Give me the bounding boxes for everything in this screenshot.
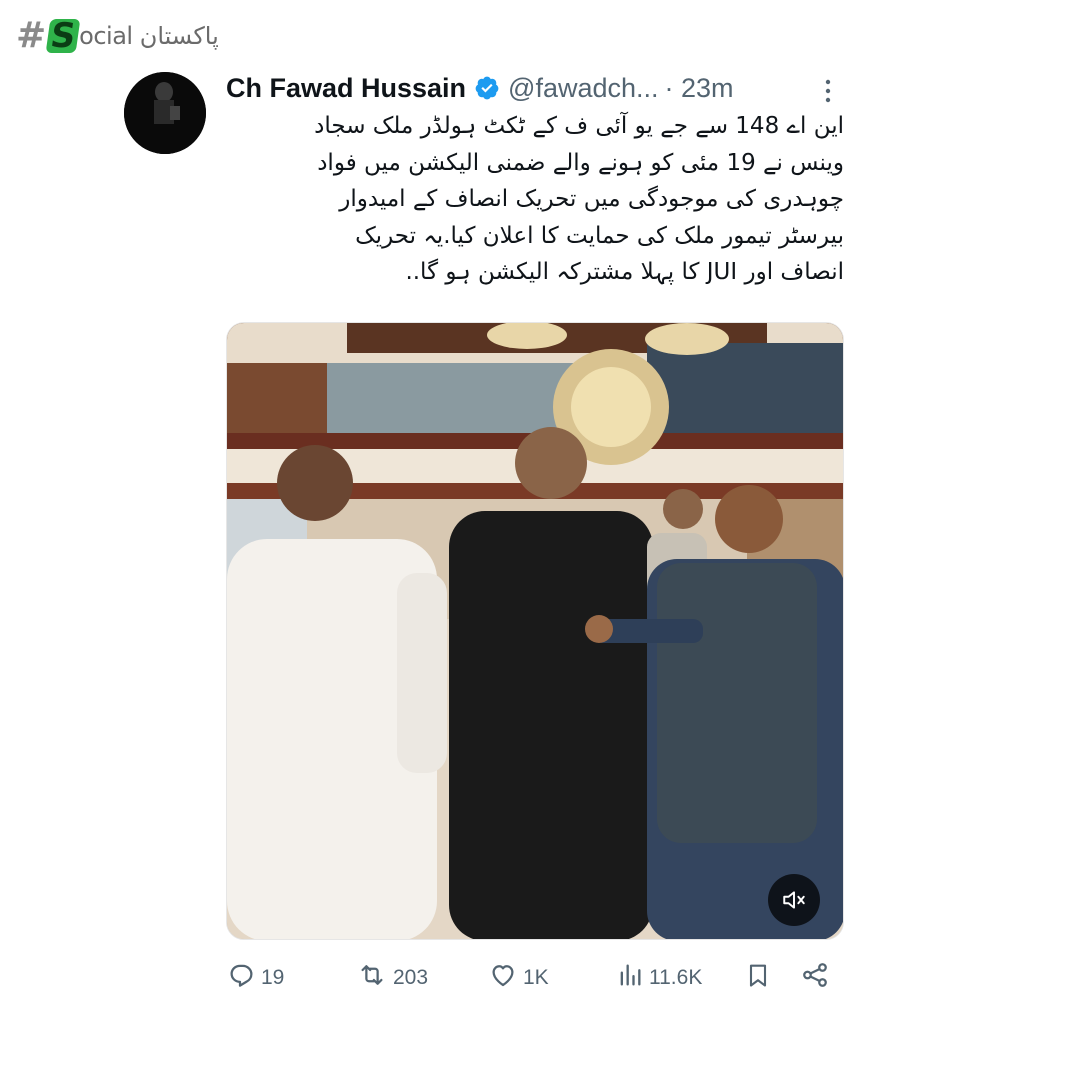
reply-count: 19 <box>261 966 285 989</box>
tweet-text-line: بیرسٹر تیمور ملک کی حمایت کا اعلان کیا.ی… <box>355 222 844 249</box>
views-icon <box>616 960 649 996</box>
share-button[interactable] <box>800 958 835 998</box>
share-icon <box>800 960 835 996</box>
verified-badge-icon <box>474 75 500 101</box>
tweet-video[interactable] <box>226 322 844 940</box>
tweet-text-line: چوہدری کی موجودگی میں تحریک انصاف کے امی… <box>339 186 844 212</box>
reply-button[interactable]: 19 <box>226 958 284 998</box>
mute-icon[interactable] <box>768 874 820 926</box>
watermark-s-letter: S <box>45 16 81 56</box>
tweet-text-line: این اے 148 سے جے یو آئی ف کے ٹکٹ ہولڈر م… <box>314 113 844 139</box>
watermark-logo: # S ocial پاکستان <box>16 14 219 58</box>
watermark-hash: # <box>16 15 47 56</box>
repost-count: 203 <box>393 966 429 989</box>
watermark-text: ocial پاکستان <box>79 22 219 50</box>
like-count: 1K <box>523 966 549 989</box>
views-button[interactable]: 11.6K <box>616 958 702 998</box>
tweet-text-line: وینس نے 19 مئی کو ہونے والے ضمنی الیکشن … <box>317 149 844 176</box>
tweet-text: این اے 148 سے جے یو آئی ف کے ٹکٹ ہولڈر م… <box>226 108 844 291</box>
tweet-timestamp[interactable]: · 23m <box>665 73 734 104</box>
tweet-header: Ch Fawad Hussain @fawadch... · 23m <box>226 68 836 108</box>
bookmark-icon <box>744 960 777 996</box>
repost-icon <box>356 960 393 996</box>
author-avatar[interactable] <box>124 72 206 154</box>
tweet-actions: 19 203 1K 11.6K <box>226 958 844 998</box>
views-count: 11.6K <box>649 966 703 989</box>
heart-icon <box>488 960 523 996</box>
repost-button[interactable]: 203 <box>356 958 428 998</box>
reply-icon <box>226 960 261 996</box>
bookmark-button[interactable] <box>744 958 777 998</box>
more-dots-icon[interactable] <box>818 78 838 104</box>
tweet-text-line: انصاف اور JUI کا پہلا مشترکہ الیکشن ہو گ… <box>405 259 844 285</box>
like-button[interactable]: 1K <box>488 958 549 998</box>
author-handle[interactable]: @fawadch... <box>508 73 658 104</box>
author-name[interactable]: Ch Fawad Hussain <box>226 73 466 104</box>
